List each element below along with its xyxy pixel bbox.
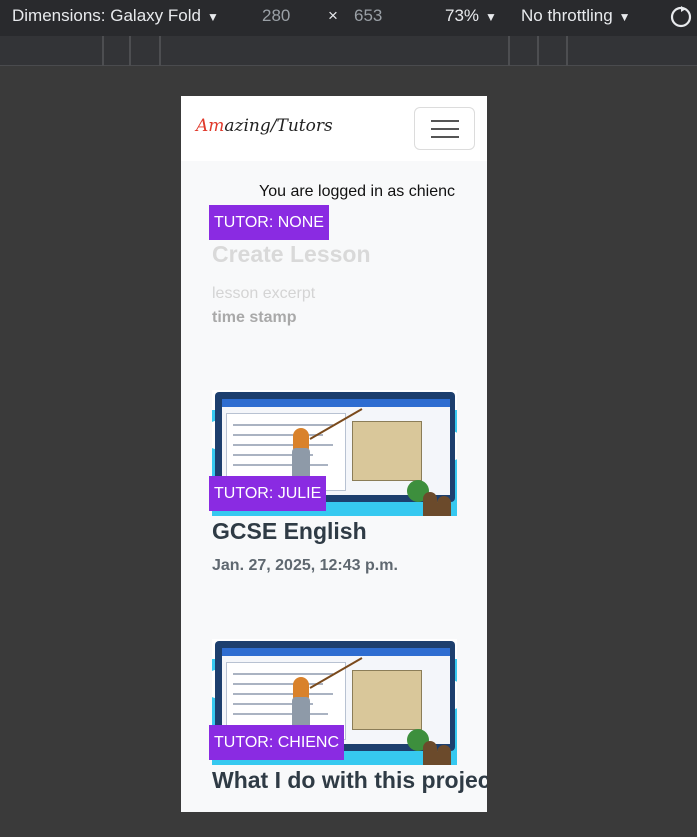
- create-lesson-link[interactable]: Create Lesson: [212, 241, 371, 268]
- width-input[interactable]: 280: [262, 6, 290, 26]
- device-viewport: Amazing/Tutors You are logged in as chie…: [181, 96, 487, 812]
- media-query-ruler: [0, 36, 697, 66]
- zoom-label: 73%: [445, 6, 480, 25]
- devtools-device-toolbar: Dimensions: Galaxy Fold ▼ 280 × 653 73% ▼ …: [0, 0, 697, 36]
- brand-accent: Am: [196, 116, 225, 136]
- throttling-dropdown[interactable]: No throttling ▼: [521, 6, 631, 26]
- chevron-down-icon: ▼: [485, 10, 497, 24]
- times-icon: ×: [328, 6, 338, 25]
- lesson-title-link[interactable]: What I do with this project: [212, 767, 487, 794]
- height-input[interactable]: 653: [354, 6, 382, 26]
- throttling-label: No throttling: [521, 6, 613, 25]
- lesson-timestamp: time stamp: [212, 309, 297, 326]
- tutor-badge: TUTOR: JULIE: [209, 476, 327, 511]
- lesson-title-link[interactable]: GCSE English: [212, 518, 367, 545]
- tutor-badge: TUTOR: CHIENC: [209, 725, 345, 760]
- chevron-down-icon: ▼: [618, 10, 631, 24]
- chevron-down-icon: ▼: [206, 10, 219, 24]
- dimensions-label: Dimensions: Galaxy Fold: [12, 6, 201, 25]
- lesson-excerpt: lesson excerpt: [212, 285, 316, 302]
- zoom-dropdown[interactable]: 73% ▼: [445, 6, 497, 26]
- logged-in-status: You are logged in as chienc: [259, 183, 455, 200]
- lesson-timestamp: Jan. 27, 2025, 12:43 p.m.: [212, 557, 398, 574]
- tutor-badge: TUTOR: NONE: [209, 205, 329, 240]
- navbar: Amazing/Tutors: [181, 96, 487, 161]
- brand-text: azing/Tutors: [224, 116, 333, 136]
- rotate-icon[interactable]: [668, 4, 694, 35]
- brand-logo[interactable]: Amazing/Tutors: [196, 116, 333, 136]
- navbar-toggler-button[interactable]: [414, 107, 475, 150]
- dimensions-dropdown[interactable]: Dimensions: Galaxy Fold ▼: [12, 6, 219, 26]
